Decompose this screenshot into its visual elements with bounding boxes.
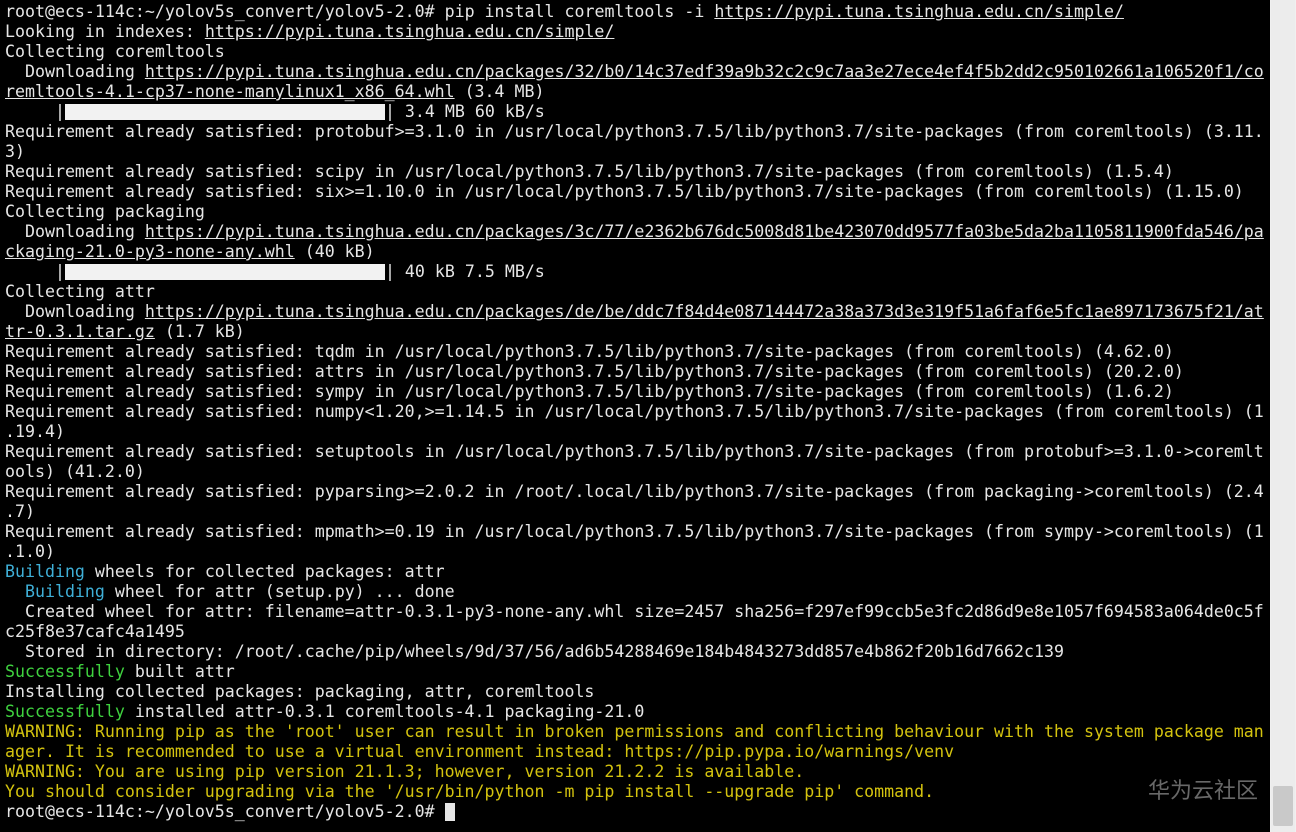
output-text: built attr: [124, 662, 235, 681]
status-keyword: Building: [5, 562, 85, 581]
terminal-line: Downloading https://pypi.tuna.tsinghua.e…: [5, 222, 1264, 242]
scrollbar-thumb[interactable]: [1273, 786, 1293, 826]
text-cursor: [444, 803, 455, 821]
download-progress-bar: [64, 104, 385, 120]
terminal-line: Created wheel for attr: filename=attr-0.…: [5, 602, 1264, 621]
terminal-line: Requirement already satisfied: scipy in …: [5, 162, 1174, 181]
terminal-line: Requirement already satisfied: tqdm in /…: [5, 342, 1174, 361]
success-keyword: Successfully: [5, 662, 125, 681]
terminal-line: 3): [5, 142, 25, 161]
terminal-line: ools) (41.2.0): [5, 462, 145, 481]
terminal-window[interactable]: root@ecs-114c:~/yolov5s_convert/yolov5-2…: [0, 0, 1270, 832]
scrollbar-track[interactable]: [1271, 0, 1295, 832]
output-text: installed attr-0.3.1 coremltools-4.1 pac…: [124, 702, 645, 721]
link-url[interactable]: ckaging-21.0-py3-none-any.whl: [5, 242, 295, 261]
file-size: (3.4 MB): [454, 82, 545, 101]
terminal-line: Requirement already satisfied: numpy<1.2…: [5, 402, 1264, 421]
link-url[interactable]: https://pypi.tuna.tsinghua.edu.cn/simple…: [205, 22, 615, 41]
terminal-line: root@ecs-114c:~/yolov5s_convert/yolov5-2…: [5, 2, 1124, 22]
terminal-line: Installing collected packages: packaging…: [5, 682, 595, 701]
link-url[interactable]: https://pypi.tuna.tsinghua.edu.cn/packag…: [145, 222, 1264, 241]
terminal-line: Requirement already satisfied: setuptool…: [5, 442, 1264, 461]
output-text: wheels for collected packages: attr: [84, 562, 445, 581]
terminal-line: .19.4): [5, 422, 65, 441]
progress-fill: [64, 104, 385, 120]
terminal-line: Requirement already satisfied: six>=1.10…: [5, 182, 1244, 201]
terminal-line: Stored in directory: /root/.cache/pip/wh…: [5, 642, 1064, 661]
terminal-line: Requirement already satisfied: protobuf>…: [5, 122, 1264, 141]
file-size: (1.7 kB): [154, 322, 245, 341]
progress-stats: | 3.4 MB 60 kB/s: [384, 102, 545, 121]
terminal-line: Requirement already satisfied: pyparsing…: [5, 482, 1264, 501]
terminal-line: | | 3.4 MB 60 kB/s: [5, 102, 545, 122]
terminal-line: | | 40 kB 7.5 MB/s: [5, 262, 545, 282]
terminal-line: Collecting coremltools: [5, 42, 225, 61]
warning-line: You should consider upgrading via the '/…: [5, 782, 935, 801]
terminal-line: Downloading https://pypi.tuna.tsinghua.e…: [5, 302, 1264, 322]
terminal-line: c25f8e37cafc4a1495: [5, 622, 185, 641]
progress-edge: |: [5, 262, 65, 281]
progress-stats: | 40 kB 7.5 MB/s: [384, 262, 545, 281]
output-text: wheel for attr (setup.py) ... done: [104, 582, 455, 601]
warning-line: WARNING: Running pip as the 'root' user …: [5, 722, 1264, 741]
terminal-line: Collecting packaging: [5, 202, 205, 221]
terminal-line: Building wheel for attr (setup.py) ... d…: [5, 582, 455, 602]
progress-fill: [64, 264, 385, 280]
terminal-line: .1.0): [5, 542, 55, 561]
terminal-input-line[interactable]: root@ecs-114c:~/yolov5s_convert/yolov5-2…: [5, 802, 455, 822]
link-url[interactable]: https://pypi.tuna.tsinghua.edu.cn/packag…: [145, 62, 1264, 81]
terminal-line: tr-0.3.1.tar.gz (1.7 kB): [5, 322, 245, 342]
output-text: Downloading: [5, 62, 145, 81]
terminal-line: Successfully built attr: [5, 662, 235, 682]
output-text: Downloading: [5, 222, 145, 241]
terminal-line: Requirement already satisfied: mpmath>=0…: [5, 522, 1264, 541]
watermark-text: 华为云社区: [1148, 779, 1259, 804]
shell-prompt: root@ecs-114c:~/yolov5s_convert/yolov5-2…: [5, 2, 435, 21]
link-url[interactable]: tr-0.3.1.tar.gz: [5, 322, 155, 341]
output-text: Looking in indexes:: [5, 22, 205, 41]
status-keyword: Building: [24, 582, 105, 601]
progress-edge: |: [5, 102, 65, 121]
link-url[interactable]: https://pypi.tuna.tsinghua.edu.cn/packag…: [145, 302, 1264, 321]
terminal-line: Collecting attr: [5, 282, 155, 301]
terminal-line: .7): [5, 502, 35, 521]
terminal-line: Downloading https://pypi.tuna.tsinghua.e…: [5, 62, 1264, 82]
warning-line: WARNING: You are using pip version 21.1.…: [5, 762, 805, 781]
success-keyword: Successfully: [5, 702, 125, 721]
download-progress-bar: [64, 264, 385, 280]
output-text: Downloading: [5, 302, 145, 321]
vertical-scrollbar[interactable]: [1270, 0, 1296, 832]
warning-line: ager. It is recommended to use a virtual…: [5, 742, 955, 761]
file-size: (40 kB): [294, 242, 375, 261]
terminal-line: ckaging-21.0-py3-none-any.whl (40 kB): [5, 242, 375, 262]
terminal-line: remltools-4.1-cp37-none-manylinux1_x86_6…: [5, 82, 545, 102]
terminal-line: Looking in indexes: https://pypi.tuna.ts…: [5, 22, 614, 42]
link-url[interactable]: https://pypi.tuna.tsinghua.edu.cn/simple…: [714, 2, 1124, 21]
terminal-line: Requirement already satisfied: sympy in …: [5, 382, 1174, 401]
link-url[interactable]: remltools-4.1-cp37-none-manylinux1_x86_6…: [5, 82, 455, 101]
terminal-line: Building wheels for collected packages: …: [5, 562, 445, 582]
shell-prompt: root@ecs-114c:~/yolov5s_convert/yolov5-2…: [5, 802, 445, 821]
command-text: pip install coremltools -i: [444, 2, 715, 21]
terminal-line: Requirement already satisfied: attrs in …: [5, 362, 1184, 381]
terminal-line: Successfully installed attr-0.3.1 coreml…: [5, 702, 644, 722]
